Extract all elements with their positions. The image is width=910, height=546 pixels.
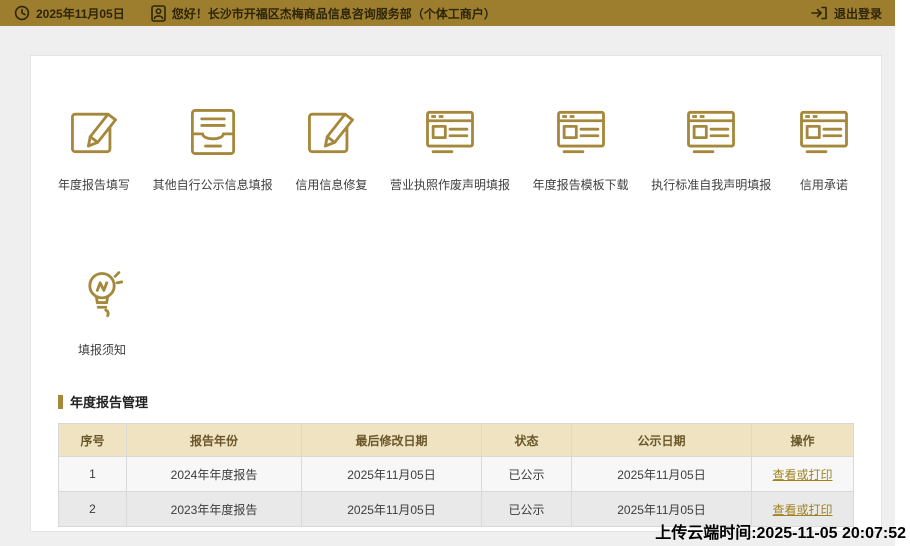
notice-row: 填报须知 [58, 263, 854, 358]
logout-arrow-icon[interactable] [810, 5, 828, 21]
section-accent-bar [58, 394, 63, 409]
action-standard-self-declaration[interactable]: 执行标准自我声明填报 [651, 98, 771, 193]
col-header-report-year: 报告年份 [126, 423, 302, 457]
cell-serial: 1 [58, 456, 127, 492]
form-window-icon [681, 98, 741, 162]
main-panel: 年度报告填写 其他自行公示信息填报 信用信息修复 营业执照作废声明填报 年度报告 [30, 55, 882, 532]
action-label: 其他自行公示信息填报 [152, 178, 273, 192]
action-other-public-info[interactable]: 其他自行公示信息填报 [153, 98, 273, 193]
edit-pencil-icon [301, 98, 361, 162]
user-icon [150, 4, 166, 22]
current-date: 2025年11月05日 [36, 6, 125, 21]
cell-modified-date: 2025年11月05日 [301, 456, 482, 492]
upload-time: 上传云端时间:2025-11-05 20:07:52 [655, 525, 906, 542]
action-label: 营业执照作废声明填报 [389, 178, 510, 192]
edit-pencil-icon [64, 98, 124, 162]
cell-publish-date: 2025年11月05日 [571, 456, 752, 492]
action-label: 信用承诺 [799, 178, 848, 192]
section-title: 年度报告管理 [70, 395, 149, 410]
status-badge: 已公示 [481, 491, 572, 527]
form-window-icon [551, 98, 611, 162]
action-label: 执行标准自我声明填报 [651, 178, 772, 192]
user-greeting: 您好！长沙市开福区杰梅商品信息咨询服务部（个体工商户） [171, 6, 496, 21]
action-label: 填报须知 [77, 343, 126, 357]
cell-modified-date: 2025年11月05日 [301, 491, 482, 527]
cell-serial: 2 [58, 491, 127, 527]
lightbulb-icon [72, 263, 132, 327]
action-credit-commitment[interactable]: 信用承诺 [794, 98, 854, 193]
form-window-icon [794, 98, 854, 162]
cell-report-year: 2024年年度报告 [126, 456, 302, 492]
top-bar: 2025年11月05日 您好！长沙市开福区杰梅商品信息咨询服务部（个体工商户） … [0, 0, 910, 26]
table-row: 1 2024年年度报告 2025年11月05日 已公示 2025年11月05日 … [58, 456, 854, 492]
cell-operation: 查看或打印 [751, 456, 854, 492]
col-header-operation: 操作 [751, 423, 854, 457]
clock-icon [14, 5, 30, 21]
table-header-row: 序号 报告年份 最后修改日期 状态 公示日期 操作 [58, 423, 854, 457]
view-print-link[interactable]: 查看或打印 [772, 503, 832, 517]
action-label: 年度报告模板下载 [532, 178, 629, 192]
cell-report-year: 2023年年度报告 [126, 491, 302, 527]
col-header-serial: 序号 [58, 423, 127, 457]
view-print-link[interactable]: 查看或打印 [772, 468, 832, 482]
logout-button[interactable]: 退出登录 [834, 5, 882, 22]
action-label: 信用信息修复 [295, 178, 368, 192]
action-label: 年度报告填写 [58, 178, 131, 192]
annual-report-table: 序号 报告年份 最后修改日期 状态 公示日期 操作 1 2024年年度报告 20… [58, 423, 854, 527]
form-window-icon [420, 98, 480, 162]
col-header-modified-date: 最后修改日期 [301, 423, 482, 457]
inbox-tray-icon [183, 98, 243, 162]
quick-actions-row: 年度报告填写 其他自行公示信息填报 信用信息修复 营业执照作废声明填报 年度报告 [58, 98, 854, 193]
action-filing-notice[interactable]: 填报须知 [72, 263, 132, 358]
action-license-void-declaration[interactable]: 营业执照作废声明填报 [390, 98, 510, 193]
action-report-template-download[interactable]: 年度报告模板下载 [533, 98, 629, 193]
col-header-status: 状态 [481, 423, 572, 457]
action-credit-repair[interactable]: 信用信息修复 [295, 98, 367, 193]
annual-report-section-header: 年度报告管理 [58, 392, 854, 411]
col-header-publish-date: 公示日期 [571, 423, 752, 457]
action-annual-report-fill[interactable]: 年度报告填写 [58, 98, 130, 193]
scrollbar-gutter[interactable] [895, 0, 910, 546]
status-badge: 已公示 [481, 456, 572, 492]
